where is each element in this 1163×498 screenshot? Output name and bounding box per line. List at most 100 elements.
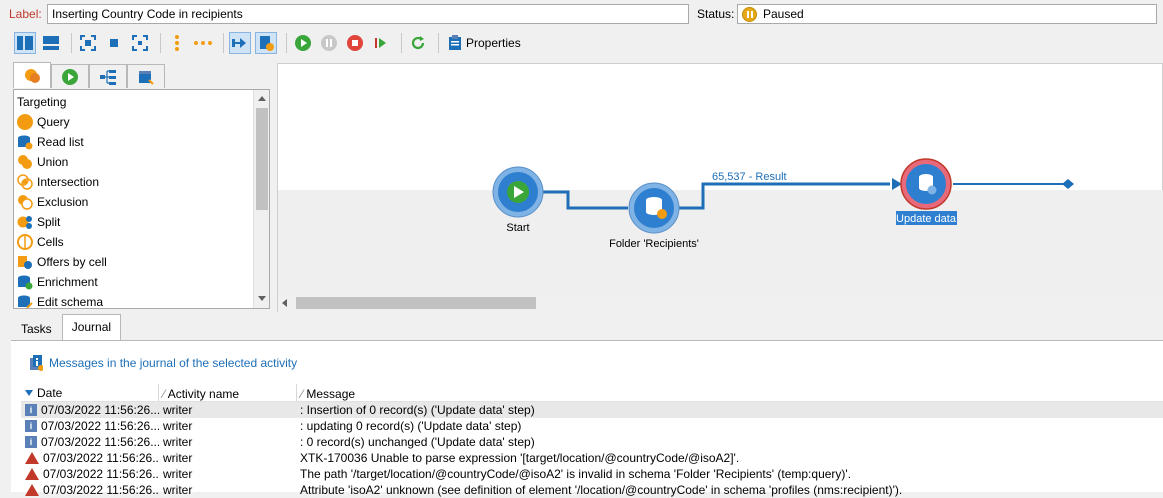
fit-selection-icon[interactable] bbox=[129, 32, 151, 54]
tab-journal[interactable]: Journal bbox=[61, 314, 122, 341]
canvas-scroll-thumb[interactable] bbox=[296, 297, 536, 309]
row-message: The path '/target/location/@countryCode/… bbox=[300, 467, 852, 481]
palette-item-exclusion[interactable]: Exclusion bbox=[14, 192, 253, 212]
scroll-left-icon[interactable] bbox=[282, 299, 287, 307]
palette-item-read-list[interactable]: Read list bbox=[14, 132, 253, 152]
transition-end-icon bbox=[1062, 179, 1074, 189]
row-activity: writer bbox=[163, 483, 193, 497]
palette-item-label: Query bbox=[37, 115, 70, 129]
enrichment-icon bbox=[18, 275, 33, 290]
palette-scrollbar[interactable] bbox=[253, 90, 269, 308]
palette-scroll-thumb[interactable] bbox=[256, 108, 268, 210]
table-row[interactable]: i 07/03/2022 11:56:26... writer : Inserti… bbox=[21, 402, 1163, 418]
error-icon bbox=[25, 468, 39, 480]
pause-icon[interactable] bbox=[318, 32, 340, 54]
palette-item-cells[interactable]: Cells bbox=[14, 232, 253, 252]
column-date-label: Date bbox=[37, 385, 63, 400]
targeting-tab[interactable] bbox=[13, 62, 51, 88]
step-icon[interactable] bbox=[370, 32, 392, 54]
table-row[interactable]: 07/03/2022 11:56:26... writer XTK-170036… bbox=[21, 450, 1163, 466]
layout-horizontal-icon[interactable] bbox=[40, 32, 62, 54]
horizontal-dots-icon[interactable] bbox=[192, 32, 214, 54]
palette-item-enrichment[interactable]: Enrichment bbox=[14, 272, 253, 292]
row-message: : 0 record(s) unchanged ('Update data' s… bbox=[300, 435, 535, 449]
events-tab[interactable] bbox=[127, 64, 165, 88]
palette-item-label: Offers by cell bbox=[37, 255, 107, 269]
status-value: Paused bbox=[763, 7, 804, 21]
palette-item-label: Exclusion bbox=[37, 195, 89, 209]
table-row[interactable]: 07/03/2022 11:56:26... writer The path '… bbox=[21, 466, 1163, 482]
zoom-stop-icon[interactable] bbox=[103, 32, 125, 54]
palette-item-label: Enrichment bbox=[37, 275, 98, 289]
row-activity: writer bbox=[163, 451, 193, 465]
read-list-icon bbox=[18, 135, 33, 150]
column-activity[interactable]: ⁄ Activity name bbox=[159, 384, 297, 401]
layout-vertical-icon[interactable] bbox=[14, 32, 36, 54]
refresh-icon[interactable] bbox=[407, 32, 429, 54]
palette-item-edit-schema[interactable]: Edit schema bbox=[14, 292, 253, 308]
palette-tabs bbox=[13, 62, 165, 88]
scroll-up-icon[interactable] bbox=[258, 96, 266, 101]
table-row[interactable]: i 07/03/2022 11:56:26... writer : 0 recor… bbox=[21, 434, 1163, 450]
offers-by-cell-icon bbox=[18, 256, 32, 269]
workflow-canvas[interactable]: 65,537 - Result Start Folder 'Recipients… bbox=[277, 63, 1163, 312]
label-bar: Label: Status: Paused bbox=[0, 0, 1163, 28]
info-icon: i bbox=[25, 420, 37, 432]
palette-item-intersection[interactable]: Intersection bbox=[14, 172, 253, 192]
canvas-horizontal-scrollbar[interactable] bbox=[278, 294, 1163, 312]
column-message-label: Message bbox=[306, 387, 356, 401]
start-icon[interactable] bbox=[292, 32, 314, 54]
toolbar-separator bbox=[71, 33, 72, 53]
pause-status-icon bbox=[742, 6, 757, 22]
sort-down-icon bbox=[25, 389, 33, 396]
palette-item-offers-by-cell[interactable]: Offers by cell bbox=[14, 252, 253, 272]
journal-info-icon bbox=[30, 355, 43, 371]
palette-section-title: Targeting bbox=[17, 95, 67, 109]
actions-tab[interactable] bbox=[89, 64, 127, 88]
palette-item-split[interactable]: Split bbox=[14, 212, 253, 232]
column-activity-label: Activity name bbox=[167, 387, 240, 401]
column-message[interactable]: ⁄ Message bbox=[297, 384, 435, 401]
transition-label: 65,537 - Result bbox=[712, 171, 787, 183]
start-node-label: Start bbox=[506, 222, 529, 234]
info-icon: i bbox=[25, 436, 37, 448]
toolbar-separator bbox=[286, 33, 287, 53]
scroll-down-icon[interactable] bbox=[258, 296, 266, 301]
column-date[interactable]: Date bbox=[21, 384, 159, 401]
palette-item-query[interactable]: Query bbox=[14, 112, 253, 132]
row-activity: writer bbox=[163, 419, 193, 433]
stop-icon[interactable] bbox=[344, 32, 366, 54]
journal-title: Messages in the journal of the selected … bbox=[29, 355, 297, 371]
toolbar-separator bbox=[160, 33, 161, 53]
zoom-fit-icon[interactable] bbox=[77, 32, 99, 54]
palette-item-union[interactable]: Union bbox=[14, 152, 253, 172]
folder-recipients-node[interactable]: Folder 'Recipients' bbox=[609, 182, 699, 250]
tab-tasks[interactable]: Tasks bbox=[11, 316, 62, 340]
folder-node-label: Folder 'Recipients' bbox=[609, 238, 699, 250]
row-date: 07/03/2022 11:56:26... bbox=[43, 451, 159, 465]
label-caption: Label: bbox=[9, 7, 42, 21]
split-icon bbox=[17, 216, 32, 229]
update-data-node[interactable]: Update data bbox=[896, 158, 957, 225]
toolbar-separator bbox=[223, 33, 224, 53]
row-date: 07/03/2022 11:56:26... bbox=[41, 419, 159, 433]
workflow-properties-icon[interactable] bbox=[255, 32, 277, 54]
properties-label: Properties bbox=[466, 36, 521, 50]
row-date: 07/03/2022 11:56:26... bbox=[41, 403, 159, 417]
table-row[interactable]: i 07/03/2022 11:56:26... writer : updatin… bbox=[21, 418, 1163, 434]
label-input[interactable] bbox=[47, 4, 689, 24]
exclusion-icon bbox=[18, 195, 33, 210]
row-activity: writer bbox=[163, 403, 193, 417]
intersection-icon bbox=[17, 174, 33, 190]
start-node[interactable]: Start bbox=[492, 166, 544, 234]
flow-control-tab[interactable] bbox=[51, 64, 89, 88]
journal-panel: Messages in the journal of the selected … bbox=[11, 340, 1163, 497]
palette-item-label: Cells bbox=[37, 235, 64, 249]
row-message: Attribute 'isoA2' unknown (see definitio… bbox=[300, 483, 903, 497]
vertical-dots-icon[interactable] bbox=[166, 32, 188, 54]
workflow-diagram: 65,537 - Result Start Folder 'Recipients… bbox=[492, 158, 1074, 250]
table-row[interactable]: 07/03/2022 11:56:26... writer Attribute … bbox=[21, 482, 1163, 498]
auto-layout-icon[interactable] bbox=[229, 32, 251, 54]
transition-start-folder bbox=[543, 190, 628, 210]
properties-button[interactable]: Properties bbox=[448, 35, 521, 51]
